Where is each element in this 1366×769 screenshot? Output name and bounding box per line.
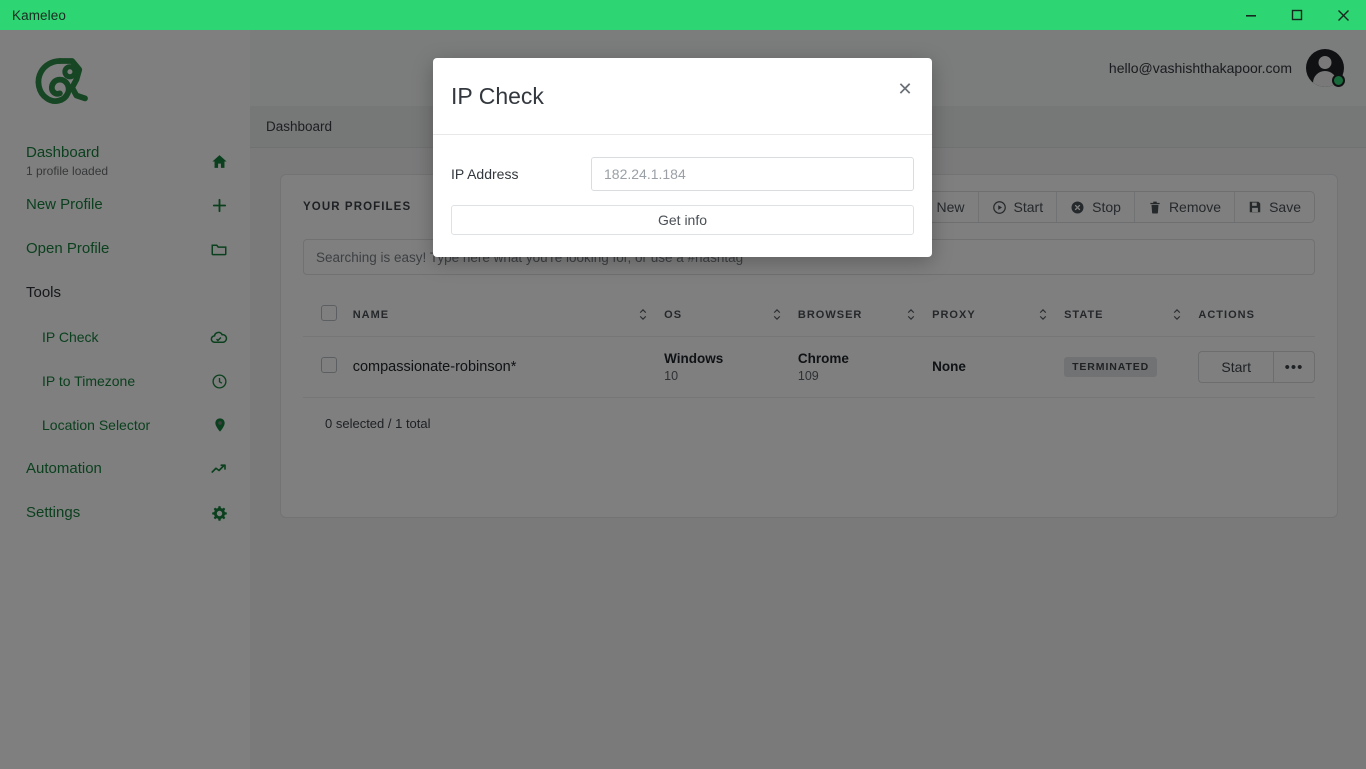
ip-address-row: IP Address xyxy=(451,157,914,191)
application-window: Kameleo xyxy=(0,0,1366,769)
close-icon[interactable]: ✕ xyxy=(894,78,916,100)
modal-body: IP Address Get info xyxy=(433,135,932,257)
modal-header: IP Check ✕ xyxy=(433,58,932,135)
modal-title: IP Check xyxy=(451,83,544,110)
close-button[interactable] xyxy=(1320,0,1366,30)
get-info-button[interactable]: Get info xyxy=(451,205,914,235)
title-bar: Kameleo xyxy=(0,0,1366,30)
minimize-button[interactable] xyxy=(1228,0,1274,30)
ip-check-modal: IP Check ✕ IP Address Get info xyxy=(433,58,932,257)
app-title: Kameleo xyxy=(12,8,66,23)
ip-address-input[interactable] xyxy=(591,157,914,191)
maximize-button[interactable] xyxy=(1274,0,1320,30)
ip-address-label: IP Address xyxy=(451,166,591,182)
window-controls xyxy=(1228,0,1366,30)
